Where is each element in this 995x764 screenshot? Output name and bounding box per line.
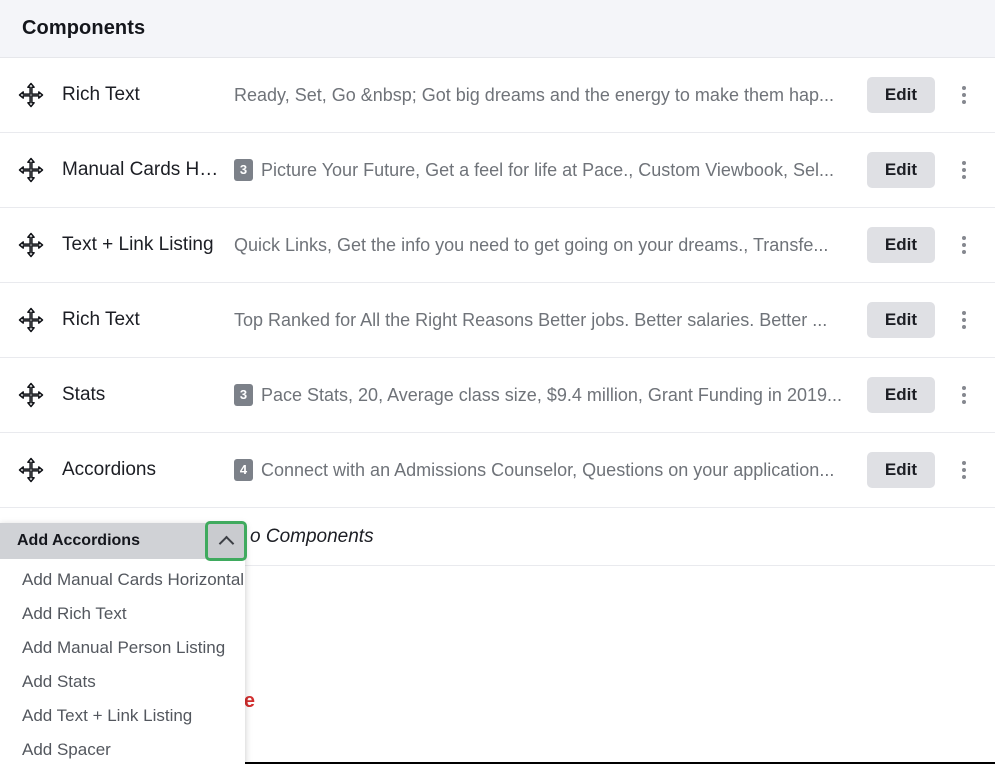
edit-button[interactable]: Edit (866, 302, 935, 338)
kebab-menu-icon[interactable] (947, 86, 981, 104)
move-icon[interactable] (0, 382, 62, 408)
kebab-menu-icon[interactable] (947, 311, 981, 329)
status-badge: 3 (234, 384, 253, 406)
dropdown-option[interactable]: Add Spacer (0, 733, 245, 764)
component-name: Rich Text (62, 309, 140, 330)
table-row: Rich Text Ready, Set, Go &nbsp; Got big d… (0, 58, 995, 133)
kebab-menu-icon[interactable] (947, 161, 981, 179)
table-row: Stats 3 Pace Stats, 20, Average class size… (0, 358, 995, 433)
dropdown-option[interactable]: Add Manual Person Listing (0, 631, 245, 665)
component-summary-text: Pace Stats, 20, Average class size, $9.4… (261, 384, 842, 405)
edit-button[interactable]: Edit (866, 227, 935, 263)
component-name: Manual Cards Hori... (62, 159, 234, 180)
component-summary-text: Quick Links, Get the info you need to ge… (234, 234, 829, 255)
panel-header: Components (0, 0, 995, 58)
page-title: Components (22, 17, 146, 39)
kebab-menu-icon[interactable] (947, 461, 981, 479)
move-icon[interactable] (0, 457, 62, 483)
dropdown-selected-row[interactable]: Add Accordions (0, 521, 247, 561)
components-panel: Components Rich Text Ready, Set, Go &nbsp… (0, 0, 995, 764)
component-summary: Quick Links, Get the info you need to ge… (234, 235, 867, 256)
dropdown-selected-label: Add Accordions (17, 532, 140, 549)
table-row: Rich Text Top Ranked for All the Right Re… (0, 283, 995, 358)
edit-button[interactable]: Edit (866, 377, 935, 413)
component-name: Stats (62, 384, 106, 405)
chevron-up-glyph (218, 535, 234, 551)
dropdown-options-list: Add Manual Cards Horizontal Add Rich Text… (0, 559, 245, 764)
edit-cell: Edit (866, 227, 947, 263)
component-name: Rich Text (62, 84, 140, 105)
component-summary-text: Ready, Set, Go &nbsp; Got big dreams and… (234, 84, 835, 105)
edit-button[interactable]: Edit (866, 452, 935, 488)
edit-cell: Edit (866, 152, 947, 188)
move-icon[interactable] (0, 157, 62, 183)
kebab-menu-icon[interactable] (947, 386, 981, 404)
chevron-up-icon[interactable] (205, 521, 247, 561)
component-summary-text: Connect with an Admissions Counselor, Qu… (261, 459, 835, 480)
component-summary-text: Picture Your Future, Get a feel for life… (261, 159, 834, 180)
component-summary: 4 Connect with an Admissions Counselor, Q… (234, 459, 867, 481)
move-icon[interactable] (0, 82, 62, 108)
dropdown-option[interactable]: Add Manual Cards Horizontal (0, 563, 245, 597)
edit-cell: Edit (866, 452, 947, 488)
dropdown-option[interactable]: Add Rich Text (0, 597, 245, 631)
table-row: Accordions 4 Connect with an Admissions Co… (0, 433, 995, 508)
component-name: Text + Link Listing (62, 234, 214, 255)
status-badge: 3 (234, 159, 253, 181)
component-summary: 3 Picture Your Future, Get a feel for lif… (234, 159, 867, 181)
component-name: Accordions (62, 459, 156, 480)
edit-button[interactable]: Edit (866, 152, 935, 188)
move-icon[interactable] (0, 307, 62, 333)
edit-cell: Edit (866, 302, 947, 338)
add-component-label: o Components (250, 525, 374, 547)
component-summary: 3 Pace Stats, 20, Average class size, $9.… (234, 384, 867, 406)
kebab-menu-icon[interactable] (947, 236, 981, 254)
edit-cell: Edit (866, 377, 947, 413)
status-badge: 4 (234, 459, 253, 481)
components-list: Rich Text Ready, Set, Go &nbsp; Got big d… (0, 58, 995, 508)
table-row: Manual Cards Hori... 3 Picture Your Future… (0, 133, 995, 208)
dropdown-option[interactable]: Add Text + Link Listing (0, 699, 245, 733)
move-icon[interactable] (0, 232, 62, 258)
edit-cell: Edit (866, 77, 947, 113)
dropdown-option[interactable]: Add Stats (0, 665, 245, 699)
component-summary: Top Ranked for All the Right Reasons Bet… (234, 310, 867, 331)
component-summary: Ready, Set, Go &nbsp; Got big dreams and… (234, 85, 867, 106)
component-summary-text: Top Ranked for All the Right Reasons Bet… (234, 309, 828, 330)
add-component-dropdown[interactable]: Add Accordions Add Manual Cards Horizont… (0, 521, 247, 764)
edit-button[interactable]: Edit (866, 77, 935, 113)
table-row: Text + Link Listing Quick Links, Get the … (0, 208, 995, 283)
